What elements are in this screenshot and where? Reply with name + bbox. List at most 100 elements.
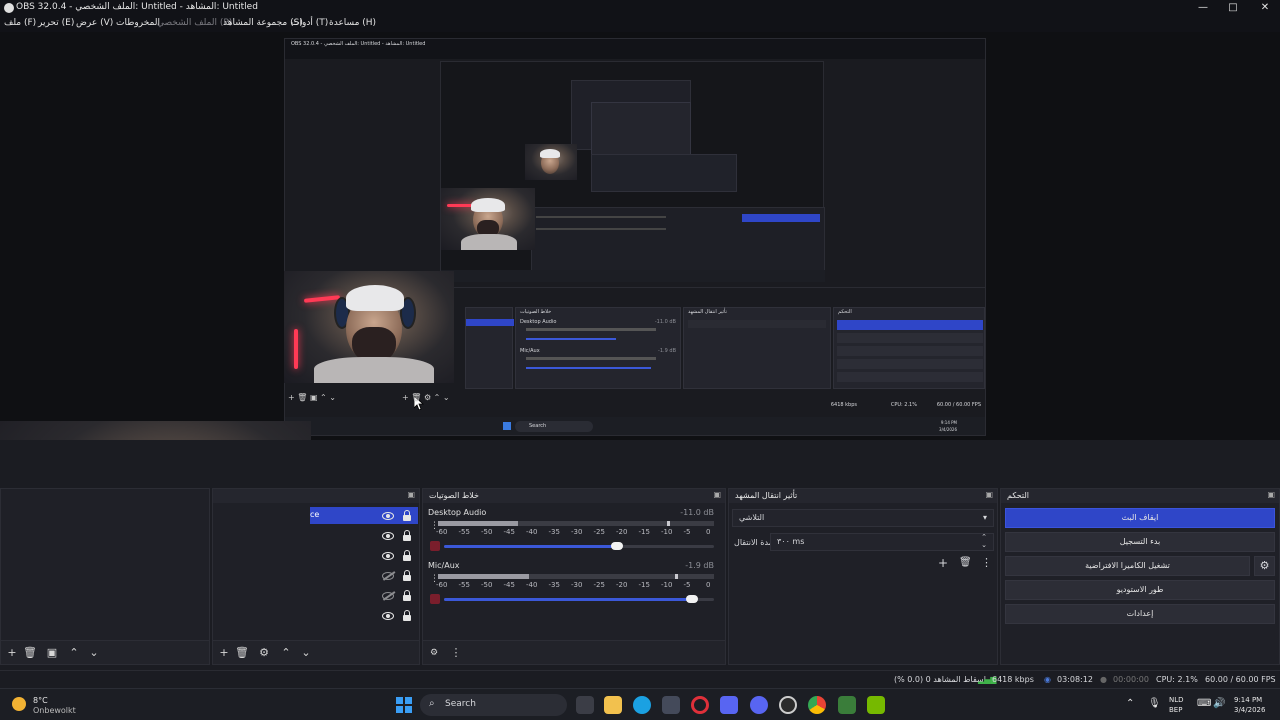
lock-icon[interactable] xyxy=(402,590,412,602)
start-recording-button[interactable]: بدء التسجيل xyxy=(1005,532,1275,552)
menu-tools[interactable]: أدوات (T) xyxy=(291,18,328,28)
weather-desc[interactable]: Onbewolkt xyxy=(33,706,76,715)
volume-slider[interactable] xyxy=(444,542,714,550)
clock-date[interactable]: 3/4/2026 xyxy=(1234,706,1265,714)
app-icon-2[interactable] xyxy=(838,696,856,714)
source-item[interactable] xyxy=(310,547,418,565)
minimize-button[interactable]: — xyxy=(1188,0,1218,16)
scale-tick: 0 xyxy=(706,581,711,589)
dock-float-icon[interactable]: ▣ xyxy=(407,490,415,499)
maximize-button[interactable]: □ xyxy=(1218,0,1248,16)
clock-time[interactable]: 9:14 PM xyxy=(1234,696,1262,704)
menu-docks[interactable]: المخروطات xyxy=(116,18,160,28)
menu-help[interactable]: مساعدة (H) xyxy=(329,18,376,28)
studio-mode-button[interactable]: طور الاستوديو xyxy=(1005,580,1275,600)
network-icon[interactable]: ⌨ xyxy=(1197,698,1211,709)
move-scene-down-button[interactable]: ⌄ xyxy=(87,646,101,660)
remove-scene-button[interactable]: 🗑 xyxy=(23,646,37,660)
input-layout[interactable]: BEP xyxy=(1169,706,1182,714)
menu-bar: ملف (F) تحرير (E) عرض (V) المخروطات المل… xyxy=(0,16,1280,32)
webcam-overlay-small xyxy=(284,271,454,383)
transitions-float-icon[interactable]: ▣ xyxy=(985,490,993,499)
visibility-hidden-icon[interactable] xyxy=(382,570,396,582)
chrome-icon[interactable] xyxy=(808,696,826,714)
obs-taskbar-icon[interactable] xyxy=(779,696,797,714)
add-scene-button[interactable]: + xyxy=(5,646,19,660)
remove-source-button[interactable]: 🗑 xyxy=(235,646,249,660)
menu-view[interactable]: عرض (V) xyxy=(76,18,113,28)
visibility-hidden-icon[interactable] xyxy=(382,590,396,602)
visibility-eye-icon[interactable] xyxy=(382,510,394,522)
lock-icon[interactable] xyxy=(402,570,412,582)
mixer-float-icon[interactable]: ▣ xyxy=(713,490,721,499)
mixer-title: خلاط الصوتيات xyxy=(429,491,479,500)
task-view-icon[interactable] xyxy=(576,696,594,714)
store-icon[interactable] xyxy=(662,696,680,714)
lock-icon[interactable] xyxy=(402,610,412,622)
source-item[interactable] xyxy=(310,567,418,585)
close-button[interactable]: ✕ xyxy=(1250,0,1280,16)
scene-filters-button[interactable]: ▣ xyxy=(45,646,59,660)
file-explorer-icon[interactable] xyxy=(604,696,622,714)
app-icon[interactable] xyxy=(720,696,738,714)
mixer-menu-icon[interactable]: ⋮ xyxy=(449,646,463,660)
add-source-button[interactable]: + xyxy=(217,646,231,660)
move-source-down-button[interactable]: ⌄ xyxy=(299,646,313,660)
move-scene-up-button[interactable]: ⌃ xyxy=(67,646,81,660)
add-transition-button[interactable]: + xyxy=(938,556,948,570)
visibility-eye-icon[interactable] xyxy=(382,550,394,562)
menu-edit[interactable]: تحرير (E) xyxy=(38,18,74,28)
transition-menu-icon[interactable]: ⋮ xyxy=(981,556,992,569)
source-properties-button[interactable]: ⚙ xyxy=(257,646,271,660)
virtual-camera-settings-gear-icon[interactable]: ⚙ xyxy=(1254,556,1275,576)
transitions-title: تأثير انتقال المشهد xyxy=(735,491,798,500)
source-item[interactable] xyxy=(310,527,418,545)
discord-icon[interactable] xyxy=(750,696,768,714)
menu-profile[interactable]: الملف الشخصي (P) xyxy=(157,18,232,28)
search-icon: ⌕ xyxy=(429,698,435,709)
spin-down-icon[interactable]: ⌄ xyxy=(981,541,987,549)
volume-icon[interactable]: 🔊 xyxy=(1213,698,1225,709)
duration-spinbox[interactable]: ٣٠٠ ms ⌃ ⌄ xyxy=(770,533,994,551)
stream-icon: ◉ xyxy=(1044,675,1051,684)
lock-icon[interactable] xyxy=(402,550,412,562)
weather-temp[interactable]: 8°C xyxy=(33,696,48,705)
lock-icon[interactable] xyxy=(402,510,412,522)
scale-tick: -55 xyxy=(458,528,470,536)
scale-tick: -40 xyxy=(526,528,538,536)
chevron-up-icon[interactable]: ⌃ xyxy=(1126,698,1134,709)
opera-icon[interactable] xyxy=(691,696,709,714)
nested-webcam-small xyxy=(525,144,577,180)
visibility-eye-icon[interactable] xyxy=(382,610,394,622)
stop-streaming-button[interactable]: ايقاف البث xyxy=(1005,508,1275,528)
input-language[interactable]: NLD xyxy=(1169,696,1184,704)
volume-slider[interactable] xyxy=(444,595,714,603)
scale-tick: -35 xyxy=(548,581,560,589)
source-item-selected[interactable]: ce xyxy=(310,507,418,524)
advanced-audio-icon[interactable]: ⚙ xyxy=(427,646,441,660)
controls-float-icon[interactable]: ▣ xyxy=(1267,490,1275,499)
menu-file[interactable]: ملف (F) xyxy=(4,18,36,28)
mute-speaker-icon[interactable] xyxy=(430,541,440,551)
remove-transition-button[interactable]: 🗑 xyxy=(959,557,972,568)
microphone-icon[interactable]: 🎙 xyxy=(1148,698,1161,709)
visibility-eye-icon[interactable] xyxy=(382,530,394,542)
move-source-up-button[interactable]: ⌃ xyxy=(279,646,293,660)
transition-select[interactable]: التلاشي ▾ xyxy=(732,509,994,527)
spin-up-icon[interactable]: ⌃ xyxy=(981,533,987,541)
nvidia-icon[interactable] xyxy=(867,696,885,714)
scale-tick: -40 xyxy=(526,581,538,589)
scale-tick: -25 xyxy=(593,528,605,536)
lock-icon[interactable] xyxy=(402,530,412,542)
mute-speaker-icon[interactable] xyxy=(430,594,440,604)
settings-button[interactable]: إعدادات xyxy=(1005,604,1275,624)
taskbar-search[interactable]: ⌕ Search xyxy=(420,694,567,716)
source-item[interactable] xyxy=(310,587,418,605)
windows-start-icon[interactable] xyxy=(396,697,412,713)
start-virtual-camera-button[interactable]: تشغيل الكاميرا الافتراضية xyxy=(1005,556,1250,576)
source-item[interactable] xyxy=(310,607,418,625)
weather-moon-icon[interactable] xyxy=(12,697,26,711)
bitrate: 6418 kbps xyxy=(992,675,1034,684)
edge-icon[interactable] xyxy=(633,696,651,714)
nested-title: OBS 32.0.4 - الملف الشخصي: Untitled - ال… xyxy=(291,41,426,47)
